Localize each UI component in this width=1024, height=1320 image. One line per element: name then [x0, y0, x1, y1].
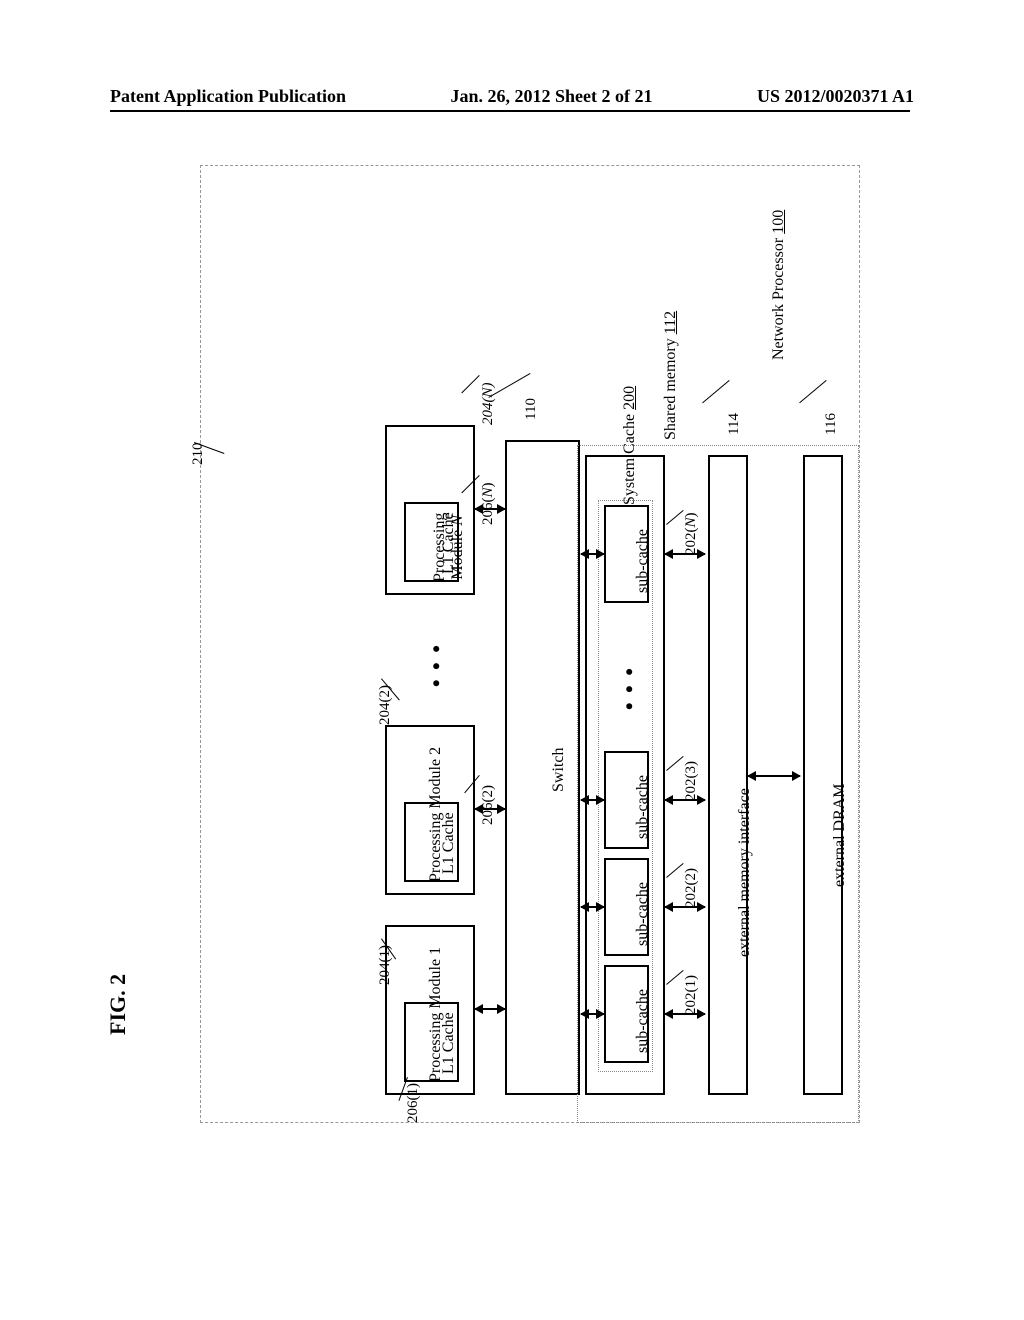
arrow-sw-sc1	[581, 1013, 604, 1015]
switch-ref: 110	[523, 398, 540, 420]
external-dram: external DRAM	[803, 455, 843, 1095]
subcache-ellipsis: • • •	[616, 668, 642, 712]
external-memory-interface: external memory interface	[708, 455, 748, 1095]
dram-ref: 116	[823, 413, 840, 435]
dram-label: external DRAM	[831, 783, 849, 887]
emi-ref: 114	[726, 413, 743, 435]
page-header: Patent Application Publication Jan. 26, …	[0, 86, 1024, 107]
header-rule	[110, 110, 910, 112]
subcache-2: sub-cache	[604, 858, 649, 956]
shared-memory-label: Shared memory 112	[662, 311, 680, 440]
subcache-3: sub-cache	[604, 751, 649, 849]
arrow-sc1-emi	[665, 1013, 705, 1015]
figure-label: FIG. 2	[105, 974, 131, 1035]
pmn-l1-label: L1 Cache	[440, 512, 458, 574]
pm2-l1-cache: L1 Cache	[404, 802, 459, 882]
subcache-n: sub-cache	[604, 505, 649, 603]
switch-label: Switch	[550, 748, 568, 792]
subcache-2-label: sub-cache	[634, 882, 652, 946]
pm-ellipsis: • • •	[423, 645, 449, 689]
arrow-pm2-switch	[475, 808, 505, 810]
arrow-sw-sc3	[581, 799, 604, 801]
processing-module-1: Processing Module 1 L1 Cache	[385, 925, 475, 1095]
arrow-sw-scn	[581, 553, 604, 555]
header-right: US 2012/0020371 A1	[757, 86, 914, 107]
pmn-l1-cache: L1 Cache	[404, 502, 459, 582]
arrow-emi-dram	[748, 775, 800, 777]
header-center: Jan. 26, 2012 Sheet 2 of 21	[451, 86, 653, 107]
subcache-1: sub-cache	[604, 965, 649, 1063]
subcache-3-label: sub-cache	[634, 775, 652, 839]
arrow-sc3-emi	[665, 799, 705, 801]
processing-module-n: ProcessingModule N L1 Cache	[385, 425, 475, 595]
subcache-n-label: sub-cache	[634, 529, 652, 593]
system-cache-label: System Cache 200	[621, 386, 639, 505]
pm1-l1-ref: 206(1)	[405, 1083, 422, 1123]
arrow-pmn-switch	[475, 508, 505, 510]
header-left: Patent Application Publication	[110, 86, 346, 107]
figure-2: FIG. 2 Network Processor 100 Processing …	[105, 165, 920, 1135]
pm1-l1-label: L1 Cache	[440, 1012, 458, 1074]
arrow-sc2-emi	[665, 906, 705, 908]
arrow-scn-emi	[665, 553, 705, 555]
switch-box: Switch	[505, 440, 580, 1095]
pm2-l1-label: L1 Cache	[440, 812, 458, 874]
pmn-ref: 204(N)	[480, 382, 497, 425]
pm1-ref: 204(1)	[377, 945, 394, 985]
subcache-1-label: sub-cache	[634, 989, 652, 1053]
arrow-sw-sc2	[581, 906, 604, 908]
pm1-l1-cache: L1 Cache	[404, 1002, 459, 1082]
arrow-pm1-switch	[475, 1008, 505, 1010]
processing-module-2: Processing Module 2 L1 Cache	[385, 725, 475, 895]
network-processor-label: Network Processor 100	[770, 210, 788, 360]
emi-label: external memory interface	[736, 788, 754, 957]
